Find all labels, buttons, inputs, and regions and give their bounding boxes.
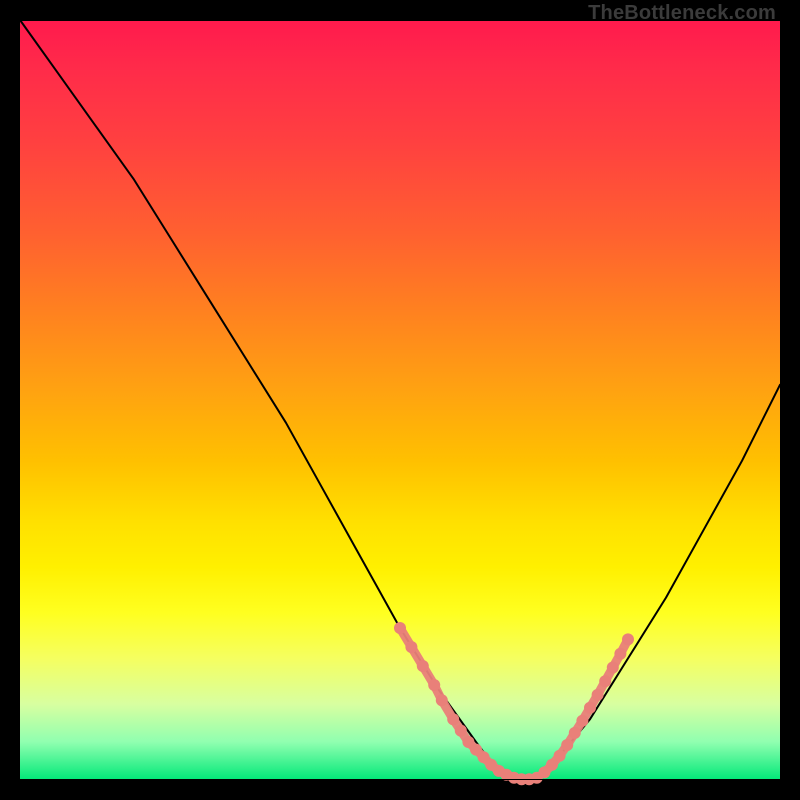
highlight-dot bbox=[607, 662, 619, 674]
curve-path bbox=[20, 20, 780, 780]
highlight-dot bbox=[417, 660, 429, 672]
chart-stage: TheBottleneck.com bbox=[0, 0, 800, 800]
highlight-segment bbox=[400, 628, 537, 779]
bottleneck-curve bbox=[20, 20, 780, 780]
highlight-dot bbox=[599, 675, 611, 687]
highlight-dot bbox=[428, 679, 440, 691]
highlight-dot bbox=[576, 715, 588, 727]
highlight-dot bbox=[405, 641, 417, 653]
highlight-dot bbox=[614, 648, 626, 660]
highlight-dot bbox=[447, 713, 459, 725]
highlight-dot bbox=[622, 633, 634, 645]
highlight-dot bbox=[592, 689, 604, 701]
highlight-dot bbox=[394, 622, 406, 634]
highlight-dot bbox=[569, 727, 581, 739]
highlight-dot bbox=[455, 725, 467, 737]
highlight-dot bbox=[561, 739, 573, 751]
plot-area bbox=[20, 20, 780, 780]
highlight-dot bbox=[554, 750, 566, 762]
highlight-dot bbox=[584, 702, 596, 714]
highlight-dot bbox=[436, 694, 448, 706]
